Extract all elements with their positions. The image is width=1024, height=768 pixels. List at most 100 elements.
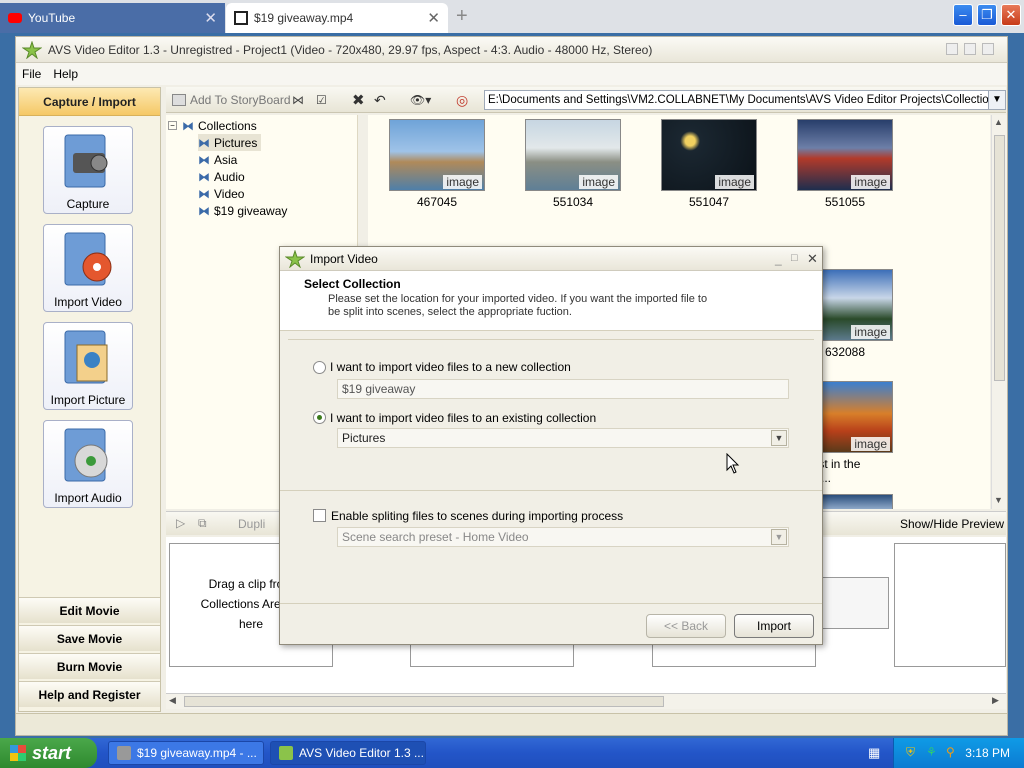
- tree-item-giveaway[interactable]: ⧓ $19 giveaway: [198, 202, 287, 219]
- thumbnail[interactable]: image: [661, 119, 757, 191]
- burn-movie-button[interactable]: Burn Movie: [19, 653, 160, 679]
- left-panel: Capture / Import Capture Import Video Im…: [18, 87, 161, 712]
- split-scenes-label: Enable spliting files to scenes during i…: [331, 509, 624, 523]
- lifebuoy-icon[interactable]: ◎: [456, 90, 468, 110]
- edit-movie-button[interactable]: Edit Movie: [19, 597, 160, 623]
- storyboard-slot[interactable]: [894, 543, 1006, 667]
- chevron-down-icon[interactable]: ▼: [771, 430, 787, 446]
- scroll-up-icon[interactable]: ▲: [994, 117, 1003, 127]
- tree-item-label: Asia: [214, 152, 238, 167]
- menu-help[interactable]: Help: [47, 67, 84, 81]
- restore-icon[interactable]: ❐: [977, 4, 997, 26]
- scene-preset-select[interactable]: Scene search preset - Home Video: [337, 527, 789, 547]
- collection-icon: ⧓: [198, 135, 210, 150]
- close-tab-icon[interactable]: ✕: [427, 9, 440, 27]
- taskbar-item-video[interactable]: $19 giveaway.mp4 - ...: [108, 741, 264, 765]
- new-collection-input[interactable]: $19 giveaway: [337, 379, 789, 399]
- dialog-header: Select Collection Please set the locatio…: [280, 271, 822, 331]
- start-button[interactable]: start: [0, 738, 97, 768]
- vertical-scrollbar[interactable]: ▲ ▼: [991, 115, 1007, 509]
- scroll-thumb[interactable]: [184, 696, 664, 707]
- duplicate-button[interactable]: Dupli: [238, 517, 265, 531]
- radio-existing-collection[interactable]: [313, 411, 326, 424]
- radio-new-collection[interactable]: [313, 361, 326, 374]
- divider: [288, 339, 814, 340]
- chevron-down-icon[interactable]: ▼: [988, 90, 1006, 110]
- network-icon[interactable]: ⚘: [926, 745, 937, 759]
- import-video-label: Import Video: [54, 295, 122, 309]
- thumbnail-caption: 551034: [552, 195, 594, 209]
- split-scenes-checkbox[interactable]: [313, 509, 326, 522]
- minimize-icon[interactable]: [946, 43, 958, 55]
- close-icon[interactable]: ✕: [807, 251, 818, 267]
- scroll-left-icon[interactable]: ◀: [169, 695, 176, 706]
- storyboard-icon: [172, 94, 186, 106]
- close-tab-icon[interactable]: ✕: [204, 9, 217, 27]
- import-picture-button[interactable]: Import Picture: [43, 322, 133, 410]
- minimize-icon[interactable]: _: [775, 252, 782, 266]
- tree-root-collections[interactable]: − ⧓ Collections: [168, 117, 257, 134]
- new-tab-icon[interactable]: +: [456, 5, 468, 28]
- maximize-icon[interactable]: □: [791, 252, 798, 264]
- dialog-heading: Select Collection: [304, 277, 401, 291]
- horizontal-scrollbar[interactable]: ◀ ▶: [166, 693, 1006, 709]
- import-audio-button[interactable]: Import Audio: [43, 420, 133, 508]
- back-button[interactable]: << Back: [646, 614, 726, 638]
- import-video-button[interactable]: Import Video: [43, 224, 133, 312]
- tree-item-asia[interactable]: ⧓ Asia: [198, 151, 237, 168]
- import-audio-label: Import Audio: [54, 491, 122, 505]
- taskbar-item-avs[interactable]: AVS Video Editor 1.3 ...: [270, 741, 426, 765]
- dialog-titlebar: Import Video _ □ ✕: [280, 247, 822, 271]
- film-reel-icon: [64, 232, 112, 286]
- checkbox-tool-icon[interactable]: ☑: [316, 90, 327, 110]
- audio-disc-icon: [64, 428, 108, 482]
- delete-icon[interactable]: ✖: [352, 90, 365, 110]
- collection-path-field[interactable]: E:\Documents and Settings\VM2.COLLABNET\…: [484, 90, 990, 110]
- show-hide-preview-button[interactable]: Show/Hide Preview: [900, 517, 1004, 531]
- play-tool-icon[interactable]: ▷: [176, 516, 185, 530]
- existing-collection-select[interactable]: Pictures: [337, 428, 789, 448]
- thumbnail-caption: 467045: [416, 195, 458, 209]
- save-movie-button[interactable]: Save Movie: [19, 625, 160, 651]
- capture-import-header[interactable]: Capture / Import: [19, 88, 160, 116]
- tree-item-label: $19 giveaway: [214, 203, 288, 218]
- import-picture-label: Import Picture: [50, 393, 126, 407]
- tree-item-audio[interactable]: ⧓ Audio: [198, 168, 245, 185]
- view-icon[interactable]: 👁▾: [410, 90, 431, 110]
- scroll-thumb[interactable]: [994, 135, 1005, 381]
- app-title: AVS Video Editor 1.3 - Unregistred - Pro…: [48, 42, 653, 57]
- minimize-icon[interactable]: –: [953, 4, 973, 26]
- image-tag: image: [851, 437, 890, 451]
- image-tag: image: [851, 175, 890, 189]
- transition-slot[interactable]: [821, 577, 889, 629]
- split-icon[interactable]: ⋈: [292, 90, 304, 110]
- add-to-storyboard-button[interactable]: Add To StoryBoard: [172, 90, 291, 110]
- thumbnail[interactable]: image: [525, 119, 621, 191]
- collapse-icon[interactable]: −: [168, 121, 177, 130]
- tab-video[interactable]: $19 giveaway.mp4 ✕: [226, 3, 448, 33]
- thumbnail[interactable]: image: [797, 119, 893, 191]
- tree-item-video[interactable]: ⧓ Video: [198, 185, 244, 202]
- scroll-down-icon[interactable]: ▼: [994, 495, 1003, 505]
- thumbnail[interactable]: image: [389, 119, 485, 191]
- help-register-button[interactable]: Help and Register: [19, 681, 160, 707]
- undo-icon[interactable]: ↶: [374, 90, 386, 110]
- capture-button[interactable]: Capture: [43, 126, 133, 214]
- tree-item-pictures[interactable]: ⧓ Pictures: [198, 134, 262, 151]
- collection-icon: ⧓: [182, 118, 194, 133]
- scroll-right-icon[interactable]: ▶: [992, 695, 999, 706]
- close-icon[interactable]: ✕: [1001, 4, 1021, 26]
- thumbnail-caption: 551047: [688, 195, 730, 209]
- tab-youtube[interactable]: YouTube ✕: [0, 3, 225, 33]
- picture-icon: [64, 330, 108, 384]
- chevron-down-icon[interactable]: ▼: [771, 529, 787, 545]
- import-button[interactable]: Import: [734, 614, 814, 638]
- maximize-icon[interactable]: [982, 43, 994, 55]
- tool-icon[interactable]: ⧉: [198, 516, 207, 531]
- keyboard-icon[interactable]: ▦: [868, 745, 880, 761]
- restore-icon[interactable]: [964, 43, 976, 55]
- clock: 3:18 PM: [965, 746, 1010, 760]
- menu-file[interactable]: File: [16, 67, 47, 81]
- search-icon[interactable]: ⚲: [946, 745, 955, 759]
- security-shield-icon[interactable]: ⛨: [906, 745, 915, 760]
